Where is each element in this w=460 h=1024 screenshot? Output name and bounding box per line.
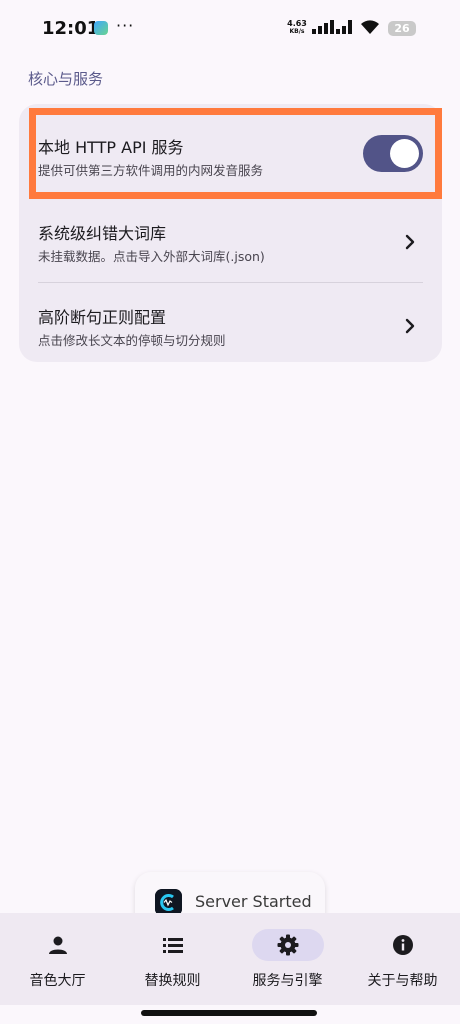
nav-label: 服务与引擎 <box>252 973 323 989</box>
nav-services[interactable]: 服务与引擎 <box>230 913 345 1005</box>
setting-row-dictionary[interactable]: 系统级纠错大词库 未挂载数据。点击导入外部大词库(.json) <box>19 200 442 282</box>
setting-subtitle: 点击修改长文本的停顿与切分规则 <box>38 333 226 348</box>
app-logo-icon <box>155 889 182 916</box>
nav-label: 音色大厅 <box>29 973 86 989</box>
list-icon <box>163 938 183 953</box>
battery-indicator: 26 <box>388 21 416 36</box>
http-api-toggle[interactable] <box>363 135 423 172</box>
nav-voices[interactable]: 音色大厅 <box>0 913 115 1005</box>
gear-icon <box>277 934 299 956</box>
setting-title: 系统级纠错大词库 <box>38 224 167 243</box>
home-indicator[interactable] <box>141 1010 317 1016</box>
wifi-icon <box>361 20 379 34</box>
bottom-navigation: 音色大厅 替换规则 服务与引擎 关于与帮助 <box>0 913 460 1005</box>
setting-title: 高阶断句正则配置 <box>38 308 167 327</box>
signal-icon <box>312 20 352 34</box>
network-speed-value: 4.63 <box>287 19 307 28</box>
gallery-app-icon <box>94 21 108 35</box>
chevron-right-icon <box>405 234 415 250</box>
nav-about[interactable]: 关于与帮助 <box>345 913 460 1005</box>
section-title: 核心与服务 <box>28 70 104 88</box>
setting-subtitle: 未挂载数据。点击导入外部大词库(.json) <box>38 249 265 264</box>
nav-label: 关于与帮助 <box>367 973 438 989</box>
status-bar: 12:01 ··· 4.63 KB/s 26 <box>0 0 460 60</box>
nav-label: 替换规则 <box>144 973 201 989</box>
nav-rules[interactable]: 替换规则 <box>115 913 230 1005</box>
toggle-knob <box>390 139 419 168</box>
network-speed-unit: KB/s <box>289 28 305 35</box>
more-notifications-icon: ··· <box>116 16 135 35</box>
person-icon <box>49 936 67 954</box>
status-time: 12:01 <box>42 18 100 39</box>
chevron-right-icon <box>405 318 415 334</box>
info-icon <box>393 935 413 955</box>
toast-text: Server Started <box>195 892 312 911</box>
network-speed: 4.63 KB/s <box>286 20 308 36</box>
setting-row-regex[interactable]: 高阶断句正则配置 点击修改长文本的停顿与切分规则 <box>19 282 442 362</box>
